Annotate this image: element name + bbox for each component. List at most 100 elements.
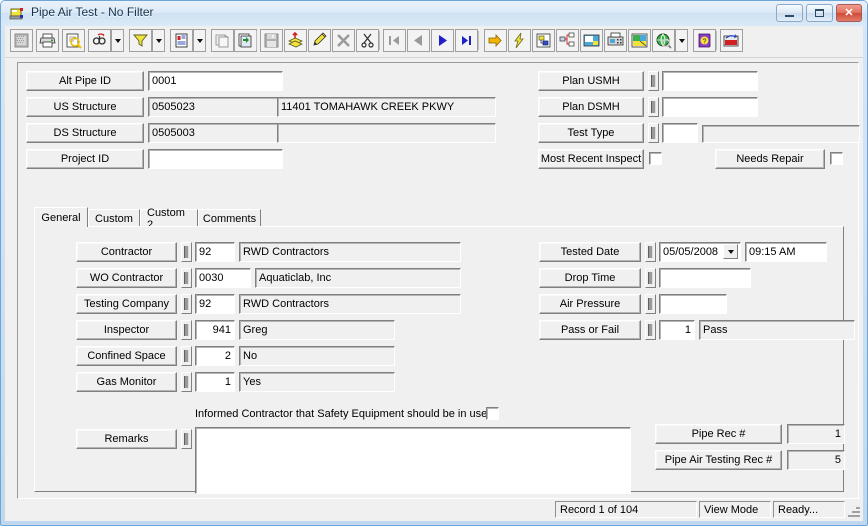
plan-usmh-lookup-icon[interactable] <box>648 71 659 91</box>
contractor-code-input[interactable]: 92 <box>195 242 235 262</box>
drop-time-lookup-icon[interactable] <box>645 268 656 288</box>
most-recent-inspect-checkbox[interactable] <box>649 152 662 165</box>
wo-contractor-code-input[interactable]: 0030 <box>195 268 251 288</box>
project-id-input[interactable] <box>148 149 283 169</box>
minimize-button[interactable] <box>776 4 803 22</box>
previous-record-button[interactable] <box>407 29 430 52</box>
gas-monitor-code-input[interactable]: 1 <box>195 372 235 392</box>
ds-structure-input[interactable]: 0505003 <box>148 123 283 143</box>
map-button[interactable] <box>652 29 675 52</box>
find-button[interactable] <box>88 29 111 52</box>
diagram-button[interactable] <box>532 29 555 52</box>
tab-general[interactable]: General <box>34 207 88 227</box>
tab-custom-2[interactable]: Custom 2 <box>140 207 198 231</box>
pipe-air-testing-rec-label-button[interactable]: Pipe Air Testing Rec # <box>655 450 782 470</box>
quick-action-button[interactable] <box>508 29 531 52</box>
inspector-label-button[interactable]: Inspector <box>76 320 177 340</box>
alt-pipe-id-input[interactable]: 0001 <box>148 71 283 91</box>
pass-or-fail-label-button[interactable]: Pass or Fail <box>539 320 641 340</box>
delete-record-button[interactable] <box>332 29 355 52</box>
media-button[interactable] <box>580 29 603 52</box>
inspector-lookup-icon[interactable] <box>181 320 192 340</box>
us-structure-label-button[interactable]: US Structure <box>26 97 144 117</box>
goto-button[interactable] <box>484 29 507 52</box>
confined-space-lookup-icon[interactable] <box>181 346 192 366</box>
edit-record-button[interactable] <box>308 29 331 52</box>
confined-space-label-button[interactable]: Confined Space <box>76 346 177 366</box>
pass-or-fail-code-input[interactable]: 1 <box>659 320 695 340</box>
gas-monitor-lookup-icon[interactable] <box>181 372 192 392</box>
remarks-lookup-icon[interactable] <box>181 429 192 449</box>
report-button[interactable] <box>170 29 193 52</box>
copy-form-button[interactable] <box>211 29 234 52</box>
wo-contractor-label-button[interactable]: WO Contractor <box>76 268 177 288</box>
title-bar[interactable]: Pipe Air Test - No Filter ✕ <box>1 1 867 26</box>
drop-time-label-button[interactable]: Drop Time <box>539 268 641 288</box>
filter-button[interactable] <box>129 29 152 52</box>
drop-time-input[interactable] <box>659 268 751 288</box>
images-button[interactable] <box>628 29 651 52</box>
pipe-rec-label-button[interactable]: Pipe Rec # <box>655 424 782 444</box>
save-button[interactable] <box>260 29 283 52</box>
ds-structure-label-button[interactable]: DS Structure <box>26 123 144 143</box>
remarks-label-button[interactable]: Remarks <box>76 429 177 449</box>
test-type-label-button[interactable]: Test Type <box>538 123 644 143</box>
next-record-button[interactable] <box>431 29 454 52</box>
test-type-lookup-icon[interactable] <box>648 123 659 143</box>
testing-company-lookup-icon[interactable] <box>181 294 192 314</box>
test-type-input[interactable] <box>662 123 698 143</box>
add-record-button[interactable] <box>284 29 307 52</box>
safety-equipment-checkbox[interactable] <box>486 407 499 420</box>
map-dropdown-button[interactable] <box>675 29 688 52</box>
media-icon <box>583 34 600 47</box>
inspector-code-input[interactable]: 941 <box>195 320 235 340</box>
testing-company-code-input[interactable]: 92 <box>195 294 235 314</box>
us-structure-input[interactable]: 0505023 <box>148 97 283 117</box>
fax-button[interactable] <box>604 29 627 52</box>
air-pressure-label-button[interactable]: Air Pressure <box>539 294 641 314</box>
first-record-button[interactable] <box>383 29 406 52</box>
print-preview-button[interactable] <box>62 29 85 52</box>
tab-custom[interactable]: Custom <box>88 209 140 227</box>
find-dropdown-button[interactable] <box>111 29 124 52</box>
print-button[interactable] <box>36 29 59 52</box>
needs-repair-label-button[interactable]: Needs Repair <box>715 149 825 169</box>
tested-date-label-button[interactable]: Tested Date <box>539 242 641 262</box>
needs-repair-checkbox[interactable] <box>830 152 843 165</box>
air-pressure-lookup-icon[interactable] <box>645 294 656 314</box>
contractor-label-button[interactable]: Contractor <box>76 242 177 262</box>
remarks-textarea[interactable] <box>195 427 631 494</box>
confined-space-code-input[interactable]: 2 <box>195 346 235 366</box>
resize-grip[interactable] <box>846 505 860 519</box>
plan-dsmh-input[interactable] <box>662 97 758 117</box>
gas-monitor-label-button[interactable]: Gas Monitor <box>76 372 177 392</box>
export-button[interactable] <box>234 29 257 52</box>
tab-comments[interactable]: Comments <box>198 209 261 227</box>
help-button[interactable]: ? <box>693 29 716 52</box>
plan-dsmh-label-button[interactable]: Plan DSMH <box>538 97 644 117</box>
design-view-button[interactable] <box>10 29 33 52</box>
pass-or-fail-lookup-icon[interactable] <box>645 320 656 340</box>
report-dropdown-button[interactable] <box>193 29 206 52</box>
exit-button[interactable] <box>720 29 743 52</box>
contractor-lookup-icon[interactable] <box>181 242 192 262</box>
plan-usmh-label-button[interactable]: Plan USMH <box>538 71 644 91</box>
plan-usmh-input[interactable] <box>662 71 758 91</box>
close-button[interactable]: ✕ <box>836 4 862 22</box>
alt-pipe-id-label-button[interactable]: Alt Pipe ID <box>26 71 144 91</box>
cut-button[interactable] <box>356 29 379 52</box>
client-area: ? Alt Pipe ID 0001 US Structure 0505023 … <box>5 26 863 521</box>
tree-view-button[interactable] <box>556 29 579 52</box>
testing-company-label-button[interactable]: Testing Company <box>76 294 177 314</box>
filter-dropdown-button[interactable] <box>152 29 165 52</box>
project-id-label-button[interactable]: Project ID <box>26 149 144 169</box>
plan-dsmh-lookup-icon[interactable] <box>648 97 659 117</box>
wo-contractor-lookup-icon[interactable] <box>181 268 192 288</box>
most-recent-inspect-label-button[interactable]: Most Recent Inspect <box>538 149 644 169</box>
air-pressure-input[interactable] <box>659 294 727 314</box>
maximize-button[interactable] <box>806 4 833 22</box>
tested-date-dropdown-button[interactable] <box>723 244 738 259</box>
tested-time-input[interactable]: 09:15 AM <box>745 242 827 262</box>
last-record-button[interactable] <box>455 29 478 52</box>
tested-date-lookup-icon[interactable] <box>645 242 656 262</box>
